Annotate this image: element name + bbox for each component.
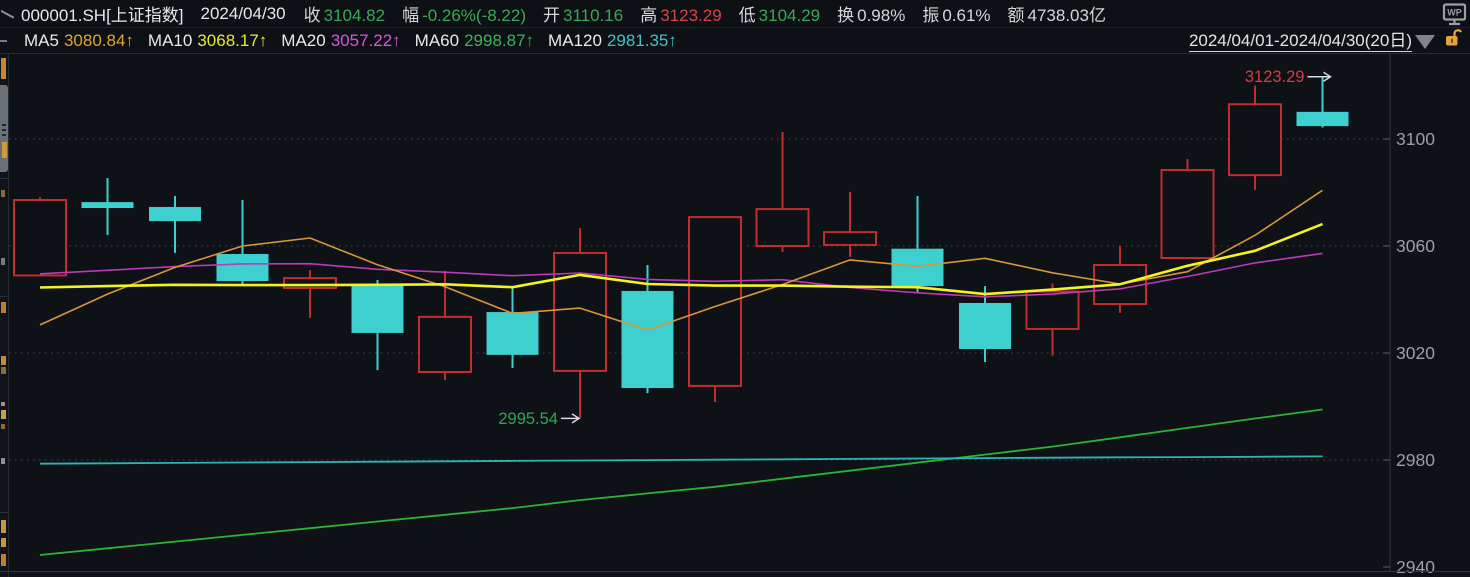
cropped-icon (0, 40, 7, 42)
candle-body (622, 291, 674, 388)
quote-field-label: 幅 (402, 6, 419, 25)
candle-body (892, 249, 944, 286)
ma-label: MA10 (148, 31, 192, 50)
ma-value: 2981.35↑ (607, 31, 677, 50)
candle-body (757, 209, 809, 246)
ma-legend-item: MA120 2981.35↑ (548, 31, 677, 51)
quote-field-label: 换 (837, 6, 854, 25)
y-axis-label: 2980 (1396, 450, 1435, 470)
ma-label: MA60 (415, 31, 459, 50)
y-axis-label: 3060 (1396, 236, 1435, 256)
quote-field: 幅-0.26%(-8.22) (402, 1, 526, 26)
ma-legend-items: MA5 3080.84↑ MA10 3068.17↑ MA20 3057.22↑ MA60 2… (24, 31, 691, 51)
ma-label: MA20 (281, 31, 325, 50)
candle-body (149, 207, 201, 221)
quote-fields: 收3104.82幅-0.26%(-8.22)开3110.16高3123.29低3… (304, 1, 1123, 26)
ma-value: 3068.17↑ (197, 31, 267, 50)
quote-field: 换0.98% (837, 1, 905, 26)
ma-line-ma60 (40, 410, 1323, 556)
ma-value: 3080.84↑ (64, 31, 134, 50)
candle-body (959, 303, 1011, 349)
unlock-icon[interactable] (1444, 28, 1462, 53)
stock-chart-window: 000001.SH[上证指数] 2024/04/30 收3104.82 幅-0.2… (0, 0, 1470, 577)
candle-body (1027, 291, 1079, 328)
price-annotation: 2995.54 (498, 410, 558, 428)
y-axis-label: 3100 (1396, 129, 1435, 149)
ma-legend-item: MA60 2998.87↑ (415, 31, 534, 51)
ma-legend-item: MA20 3057.22↑ (281, 31, 400, 51)
quote-field-value: -0.26%(-8.22) (422, 6, 526, 25)
candle-body (554, 253, 606, 371)
candle-body (1162, 170, 1214, 258)
quote-field-value: 0.98% (857, 6, 905, 25)
date-range-selector[interactable]: 2024/04/01-2024/04/30(20日) (1189, 30, 1412, 52)
ma-label: MA120 (548, 31, 602, 50)
y-axis-label: 3020 (1396, 343, 1435, 363)
quote-header-bar: 000001.SH[上证指数] 2024/04/30 收3104.82 幅-0.2… (0, 0, 1470, 28)
candlestick-chart[interactable]: 3100 3060 3020 2980 2940 3123.29 2995.54 (0, 54, 1470, 577)
quote-field-label: 低 (739, 6, 756, 25)
candle-body (824, 232, 876, 245)
quote-field: 开3110.16 (543, 1, 623, 26)
quote-field-label: 开 (543, 6, 560, 25)
ma-legend-item: MA5 3080.84↑ (24, 31, 134, 51)
candle-body (1229, 104, 1281, 175)
quote-field-label: 高 (640, 6, 657, 25)
candle-body (284, 278, 336, 288)
quote-field: 高3123.29 (640, 1, 721, 26)
wp-monitor-icon[interactable]: WP (1441, 2, 1467, 26)
svg-text:WP: WP (1447, 7, 1462, 17)
ma-legend-item: MA10 3068.17↑ (148, 31, 267, 51)
quote-field: 振0.61% (922, 1, 990, 26)
quote-field-value: 0.61% (942, 6, 990, 25)
quote-field: 收3104.82 (304, 1, 385, 26)
ma-value: 3057.22↑ (331, 31, 401, 50)
quote-field-value: 3104.29 (759, 6, 820, 25)
ma-value: 2998.87↑ (464, 31, 534, 50)
quote-field-value: 3104.82 (324, 6, 385, 25)
quote-field: 额4738.03亿 (1008, 1, 1106, 26)
candle-body (217, 254, 269, 281)
candle-body (352, 284, 404, 333)
chevron-down-icon[interactable] (1415, 35, 1435, 49)
candle-body (419, 317, 471, 372)
ma-label: MA5 (24, 31, 59, 50)
quote-field-value: 3110.16 (563, 6, 623, 25)
quote-field-label: 振 (922, 6, 939, 25)
candle-body (82, 202, 134, 208)
cropped-icon (1, 7, 14, 20)
symbol-title: 000001.SH[上证指数] (21, 1, 184, 26)
quote-date: 2024/04/30 (201, 4, 286, 24)
quote-field-value: 4738.03亿 (1028, 6, 1106, 25)
y-axis-label: 2940 (1396, 557, 1435, 577)
quote-field-label: 收 (304, 6, 321, 25)
candle-body (487, 312, 539, 355)
quote-field-label: 额 (1008, 6, 1025, 25)
quote-field-value: 3123.29 (660, 6, 721, 25)
candle-body (14, 200, 66, 275)
candle-body (689, 217, 741, 386)
quote-field: 低3104.29 (739, 1, 820, 26)
ma-legend-bar: MA5 3080.84↑ MA10 3068.17↑ MA20 3057.22↑ MA60 2… (0, 28, 1470, 54)
price-annotation: 3123.29 (1245, 68, 1305, 86)
candle-body (1297, 112, 1349, 126)
